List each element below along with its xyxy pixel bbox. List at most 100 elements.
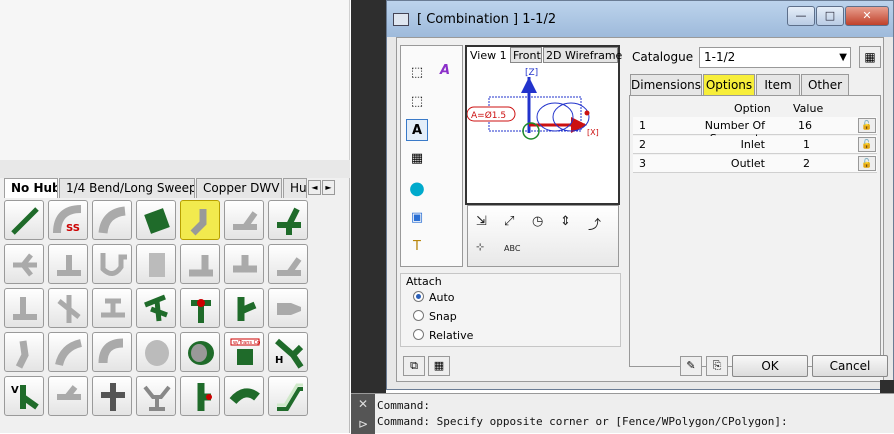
ok-button[interactable]: OK	[732, 355, 808, 377]
text-abc-button[interactable]: ABC	[504, 244, 520, 253]
edit-pen-button[interactable]: ✎	[680, 356, 702, 376]
zoom-extents-icon[interactable]: ⇲	[476, 214, 487, 229]
tile-reducer[interactable]	[268, 288, 308, 328]
tab-item[interactable]: Item	[756, 74, 800, 95]
close-button[interactable]: ✕	[845, 6, 889, 26]
radio-snap[interactable]: Snap	[413, 310, 457, 323]
tile-wye[interactable]	[224, 200, 264, 240]
command-line[interactable]: ✕ ⊳ Command: Command: Specify opposite co…	[351, 393, 894, 434]
tile-p-trap[interactable]	[92, 244, 132, 284]
tile-sweep[interactable]	[92, 332, 132, 372]
cube-wireframe-icon[interactable]: ⬚	[406, 91, 428, 113]
tile-double-tee[interactable]	[92, 376, 132, 416]
hammer-icon[interactable]: T	[406, 236, 428, 258]
window-icon	[393, 13, 409, 26]
cancel-button[interactable]: Cancel	[812, 355, 888, 377]
tab-hub[interactable]: Hu	[283, 178, 307, 198]
tab-copper-dwv[interactable]: Copper DWV	[196, 178, 282, 198]
orbit-icon[interactable]: ◷	[532, 214, 543, 229]
tile-sanitary-tee[interactable]	[180, 244, 220, 284]
copy-button[interactable]: ⎘	[706, 356, 728, 376]
tile-v-fitting[interactable]: V	[4, 376, 44, 416]
tile-side-inlet[interactable]	[4, 244, 44, 284]
tile-wye-2[interactable]	[268, 244, 308, 284]
tab-view1[interactable]: View 1	[467, 47, 509, 63]
text-style-icon[interactable]: A	[434, 60, 456, 82]
cube-shaded-icon[interactable]: ⬚	[406, 62, 428, 84]
combination-icon	[190, 209, 207, 236]
side-wye-icon	[57, 385, 81, 400]
rotate-icon[interactable]: ⤢	[504, 214, 514, 229]
tab-bend-long-sweep[interactable]: 1/4 Bend/Long Sweep	[59, 178, 195, 198]
row-option: Outlet	[730, 157, 765, 170]
layers-icon[interactable]: ▣	[406, 207, 428, 229]
tile-tee-2[interactable]	[224, 244, 264, 284]
table-row[interactable]: 3 Outlet 2 🔓	[633, 155, 877, 173]
tile-green-tee[interactable]	[136, 288, 176, 328]
tab-dimensions[interactable]: Dimensions	[630, 74, 702, 95]
shading-icon[interactable]: ●	[406, 178, 428, 200]
tab-front[interactable]: Front	[510, 47, 542, 63]
tile-ss-bend[interactable]: SS	[48, 200, 88, 240]
tee-2-icon	[233, 255, 257, 273]
row-value[interactable]: 1	[803, 138, 810, 151]
command-history-line: Command:	[377, 399, 430, 412]
dimension-icon[interactable]: ⊹	[476, 242, 484, 253]
tile-green-tee-red[interactable]	[180, 288, 220, 328]
ucs-icon[interactable]: ⤴	[588, 214, 601, 233]
catalogue-browse-button[interactable]: ▦	[859, 46, 881, 68]
preview-viewport[interactable]: View 1 Front 2D Wireframe [Z] A=Ø1.5 [X]	[465, 45, 622, 205]
tab-scroll-right-button[interactable]: ►	[322, 180, 335, 195]
lock-icon[interactable]: 🔓	[858, 118, 876, 133]
tile-cap[interactable]	[136, 332, 176, 372]
radio-auto-label: Auto	[429, 291, 455, 304]
table-row[interactable]: 1 Number Of Segments 16 🔓	[633, 117, 877, 145]
tile-green-cap[interactable]	[180, 332, 220, 372]
lock-icon[interactable]: 🔓	[858, 156, 876, 171]
row-value[interactable]: 2	[803, 157, 810, 170]
tile-long-sweep[interactable]	[48, 332, 88, 372]
tile-double-wye[interactable]	[48, 288, 88, 328]
tab-options[interactable]: Options	[703, 74, 755, 95]
tile-green-sanitary-tee[interactable]	[224, 288, 264, 328]
table-row[interactable]: 2 Inlet 1 🔓	[633, 136, 877, 154]
minimize-button[interactable]: —	[787, 6, 815, 26]
command-grip-icon[interactable]: ✕ ⊳	[351, 394, 375, 434]
radio-auto[interactable]: Auto	[413, 291, 455, 304]
tile-cleanout-tee[interactable]	[92, 288, 132, 328]
row-value[interactable]: 16	[798, 119, 812, 132]
properties-icon[interactable]: ▦	[406, 148, 428, 170]
tile-tee[interactable]	[48, 244, 88, 284]
tile-wye-3[interactable]	[4, 288, 44, 328]
tile-closet-flange[interactable]	[136, 376, 176, 416]
tile-bend-2[interactable]	[4, 332, 44, 372]
lock-icon[interactable]: 🔓	[858, 137, 876, 152]
maximize-button[interactable]: □	[816, 6, 844, 26]
tile-combination[interactable]	[180, 200, 220, 240]
annotation-icon[interactable]: A	[406, 119, 428, 141]
tile-wtrans-coupling[interactable]: w/Trans Cp	[224, 332, 264, 372]
catalogue-select[interactable]: 1-1/2 ▼	[699, 47, 851, 68]
tile-h-fitting[interactable]: H	[268, 332, 308, 372]
tile-green-wye[interactable]	[268, 200, 308, 240]
tile-cross[interactable]	[136, 244, 176, 284]
drawing-canvas-area[interactable]	[0, 0, 350, 160]
tile-bend[interactable]	[92, 200, 132, 240]
tab-scroll-left-button[interactable]: ◄	[308, 180, 321, 195]
dialog-titlebar[interactable]: [ Combination ] 1-1/2 — □ ✕	[387, 1, 893, 37]
tile-test-tee[interactable]	[180, 376, 220, 416]
pan-icon[interactable]: ⇕	[560, 214, 571, 229]
tab-no-hub[interactable]: No Hub	[4, 178, 58, 198]
v-fitting-icon: V	[11, 385, 39, 410]
tab-2d-wireframe[interactable]: 2D Wireframe	[543, 47, 622, 63]
tile-pipe[interactable]	[4, 200, 44, 240]
tab-other[interactable]: Other	[801, 74, 849, 95]
tile-coupling[interactable]	[136, 200, 176, 240]
tile-offset[interactable]	[268, 376, 308, 416]
tile-green-bend[interactable]	[224, 376, 264, 416]
radio-relative[interactable]: Relative	[413, 329, 473, 342]
svg-text:w/Trans Cp: w/Trans Cp	[233, 340, 260, 346]
properties-button[interactable]: ▦	[428, 356, 450, 376]
preview-button[interactable]: ⧉	[403, 356, 425, 376]
tile-side-wye[interactable]	[48, 376, 88, 416]
